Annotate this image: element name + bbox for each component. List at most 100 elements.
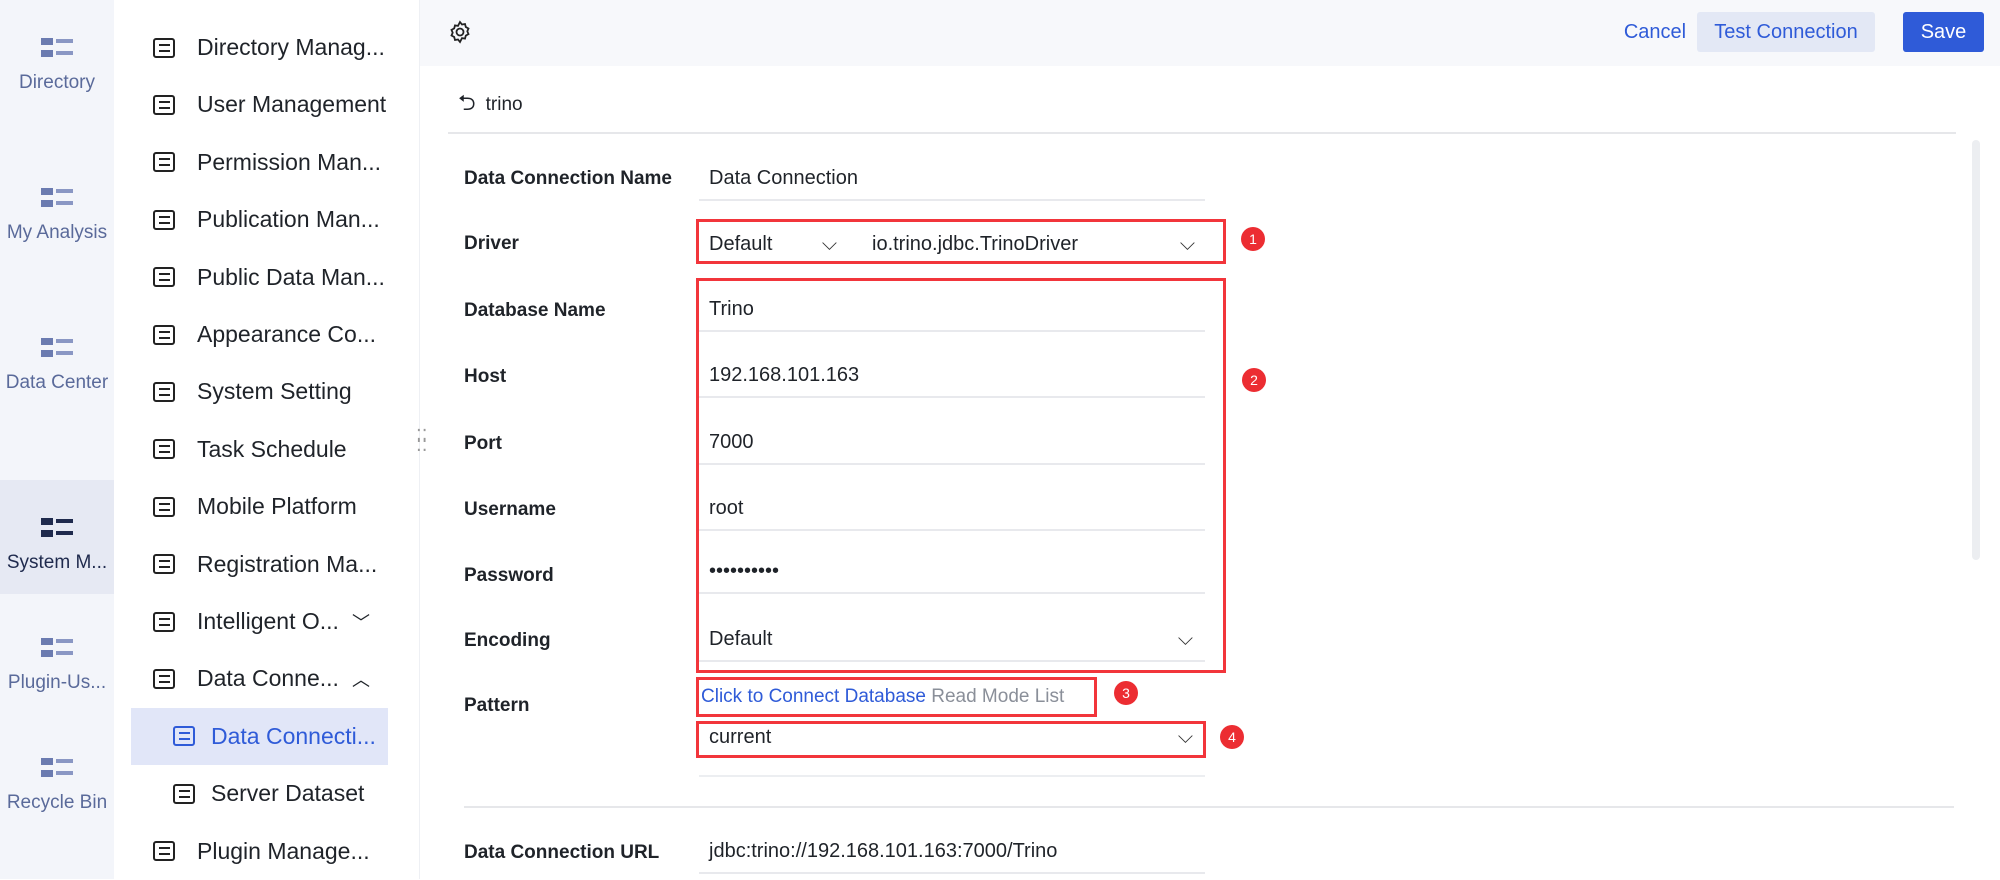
sidebar-item-label: Public Data Man... [197,263,385,290]
primary-nav: Directory My Analysis Data Center System M.… [0,0,114,879]
sidebar-item-publication-man[interactable]: Publication Man... [131,191,388,248]
connection-name-value: Data Connection [709,166,858,189]
secondary-nav: Directory Manag... User Management Permiss… [114,0,420,879]
sidebar-item-task-schedule[interactable]: Task Schedule [131,421,388,478]
sidebar-item-registration-ma[interactable]: Registration Ma... [131,536,388,593]
cancel-button[interactable]: Cancel [1610,12,1700,52]
nav-item-my-analysis[interactable]: My Analysis [0,150,114,264]
data-connection-icon [173,726,195,747]
paperclip-icon [153,668,175,689]
divider [699,775,1205,777]
sidebar-item-label: Data Conne... [197,665,339,692]
sidebar-item-public-data-man[interactable]: Public Data Man... [131,249,388,306]
mobile-icon [153,496,175,517]
plugin-user-icon [37,632,77,668]
settings-gear-icon[interactable] [448,20,472,44]
sidebar-item-directory-manag[interactable]: Directory Manag... [131,19,388,76]
chevron-down-icon[interactable]: ﹀ [352,609,374,635]
publication-icon [153,209,175,230]
port-label: Port [464,433,502,454]
timer-icon [153,439,175,460]
sidebar-item-appearance-co[interactable]: Appearance Co... [131,306,388,363]
nav-item-label: Directory [18,72,95,93]
chevron-up-icon[interactable]: ︿ [352,666,374,692]
nav-item-plugin-us-[interactable]: Plugin-Us... [0,600,114,714]
nav-item-label: Recycle Bin [6,792,108,813]
encoding-label: Encoding [464,630,551,651]
back-arrow-icon: ⮌ [458,90,476,115]
annotation-badge-4: 4 [1220,725,1244,749]
sidebar-item-intelligent-o[interactable]: Intelligent O... ﹀ [131,593,388,650]
connection-name-input[interactable]: Data Connection [699,157,1205,201]
nav-item-label: Data Center [5,372,109,393]
password-label: Password [464,565,554,586]
sidebar-item-label: Appearance Co... [197,321,377,347]
analysis-icon [37,182,77,218]
host-label: Host [464,366,507,387]
puzzle-icon [153,841,175,862]
sidebar-item-label: Plugin Manage... [197,837,370,864]
sidebar-item-label: Mobile Platform [197,493,357,520]
sidebar-item-label: Directory Manag... [197,34,385,60]
divider [448,132,1956,134]
sidebar-item-system-setting[interactable]: System Setting [131,363,388,420]
sidebar-item-label: User Management [197,91,387,118]
nav-item-data-center[interactable]: Data Center [0,300,114,414]
server-dataset-icon [173,783,195,804]
top-toolbar: Cancel Test Connection Save [420,0,2000,66]
connection-url-field: jdbc:trino://192.168.101.163:7000/Trino [699,830,1205,874]
url-label: Data Connection URL [464,842,660,863]
nav-item-directory[interactable]: Directory [0,0,114,114]
annotation-box-4 [696,721,1206,758]
sidebar-item-user-management[interactable]: User Management [131,76,388,133]
nav-item-system-m-[interactable]: System M... [0,480,114,594]
sidebar-item-data-connecti[interactable]: Data Connecti... [131,707,388,765]
data-center-icon [37,332,77,368]
user-icon [153,94,175,115]
nav-item-label: Plugin-Us... [7,672,107,693]
sidebar-item-label: Intelligent O... [197,608,339,634]
sidebar-item-label: Registration Ma... [197,550,378,577]
directory-icon [37,32,77,68]
recycle-bin-icon [37,752,77,788]
username-label: Username [464,499,556,520]
resize-handle[interactable]: ⁚⁚ ⁚⁚ [416,427,427,454]
annotation-badge-1: 1 [1241,227,1265,251]
sidebar-item-data-conne[interactable]: Data Conne... ︿ [131,650,388,707]
annotation-box-1 [696,219,1226,264]
sidebar-item-plugin-manage[interactable]: Plugin Manage... [131,823,388,880]
back-breadcrumb[interactable]: ⮌ trino [458,86,523,124]
test-connection-button[interactable]: Test Connection [1697,12,1875,52]
pattern-label: Pattern [464,695,530,716]
shield-icon [153,152,175,173]
sidebar-item-label: Server Dataset [211,780,365,807]
annotation-badge-2: 2 [1242,368,1266,392]
system-management-icon [37,512,77,548]
registration-icon [153,554,175,575]
public-data-icon [153,267,175,288]
divider [464,806,1954,808]
annotation-box-2 [696,278,1226,673]
driver-label: Driver [464,233,519,254]
sidebar-item-label: Data Connecti... [211,722,376,749]
paint-roller-icon [153,324,175,345]
name-label: Data Connection Name [464,168,672,189]
nav-item-recycle-bin[interactable]: Recycle Bin [0,720,114,834]
connection-url-value: jdbc:trino://192.168.101.163:7000/Trino [709,839,1058,862]
nav-item-label: My Analysis [6,222,108,243]
scrollbar[interactable] [1972,140,1980,560]
sidebar-item-server-dataset[interactable]: Server Dataset [131,765,388,822]
intelligent-icon [153,611,175,632]
gear-icon [153,381,175,402]
sidebar-item-label: Permission Man... [197,148,382,175]
sidebar-item-label: System Setting [197,378,352,405]
save-button[interactable]: Save [1903,12,1984,52]
annotation-badge-3: 3 [1114,681,1138,705]
sidebar-item-mobile-platform[interactable]: Mobile Platform [131,478,388,535]
sidebar-item-permission-man[interactable]: Permission Man... [131,134,388,191]
nav-item-label: System M... [6,552,108,573]
connection-title: trino [485,94,523,115]
sidebar-item-label: Publication Man... [197,206,380,233]
sidebar-item-label: Task Schedule [197,435,347,462]
database-name-label: Database Name [464,300,606,321]
